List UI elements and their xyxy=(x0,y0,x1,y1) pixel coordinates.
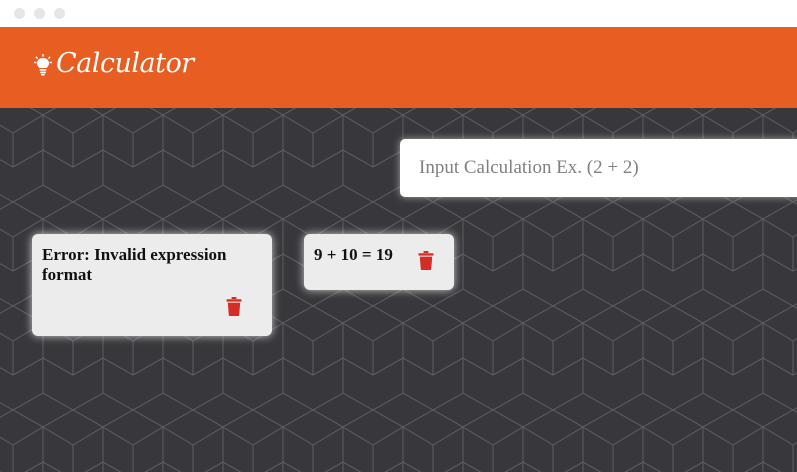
result-text: Error: Invalid expression format xyxy=(42,245,227,284)
calculator-workspace: Error: Invalid expression format 9 + 10 … xyxy=(0,108,797,472)
window-minimize-button[interactable] xyxy=(34,8,45,19)
trash-icon[interactable] xyxy=(226,297,242,316)
result-card: Error: Invalid expression format xyxy=(32,234,272,336)
result-card: 9 + 10 = 19 xyxy=(304,234,454,290)
window-maximize-button[interactable] xyxy=(54,8,65,19)
app-header: Calculator xyxy=(0,27,797,108)
calculation-input[interactable] xyxy=(400,139,797,197)
trash-icon[interactable] xyxy=(418,251,434,270)
window-close-button[interactable] xyxy=(14,8,25,19)
result-text: 9 + 10 = 19 xyxy=(314,245,393,264)
app-window: Calculator Input Calculation Ex. (2 + 2)… xyxy=(0,0,797,472)
window-titlebar xyxy=(0,0,797,27)
brand: Calculator xyxy=(34,48,194,79)
app-title: Calculator xyxy=(56,48,194,79)
lightbulb-icon xyxy=(34,53,52,75)
